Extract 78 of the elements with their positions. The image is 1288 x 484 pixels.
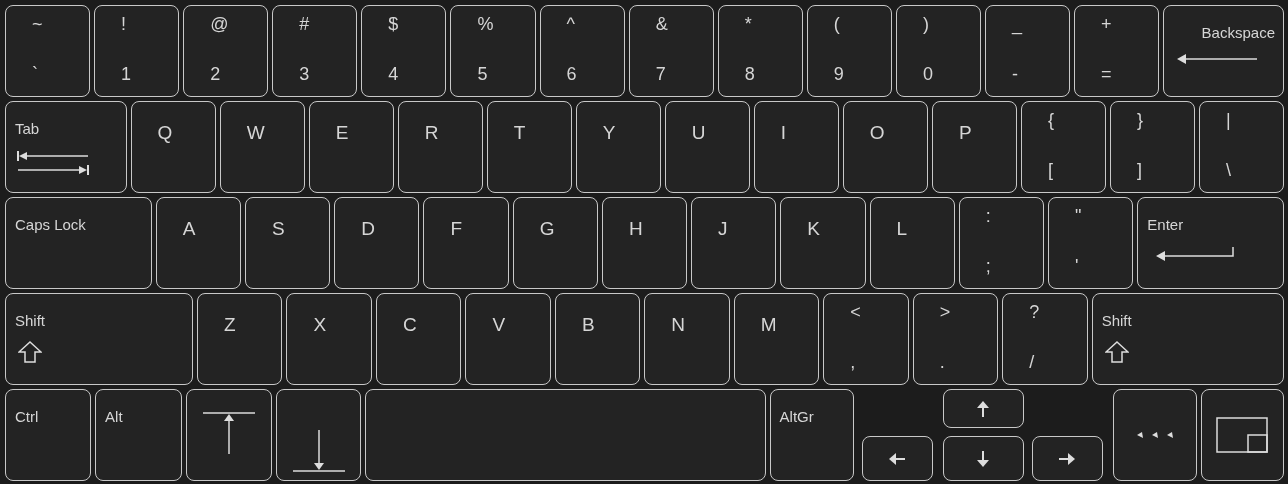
key[interactable]: ? / bbox=[1002, 293, 1088, 385]
key[interactable] bbox=[186, 389, 273, 481]
shift-arrow-icon bbox=[18, 341, 42, 363]
key[interactable]: AltGr bbox=[769, 389, 854, 481]
key[interactable]: W bbox=[219, 101, 305, 193]
key[interactable]: } ] bbox=[1109, 101, 1195, 193]
key[interactable]: U bbox=[664, 101, 750, 193]
key[interactable]: # 3 bbox=[272, 5, 358, 97]
key[interactable]: F bbox=[423, 197, 509, 289]
backspace-key[interactable]: Backspace bbox=[1163, 5, 1284, 97]
more-key[interactable] bbox=[1112, 389, 1197, 481]
key[interactable]: V bbox=[465, 293, 551, 385]
key[interactable]: T bbox=[486, 101, 572, 193]
down-arrow-key[interactable] bbox=[942, 436, 1024, 481]
tab-arrows-icon bbox=[16, 149, 90, 177]
key[interactable]: I bbox=[753, 101, 839, 193]
key[interactable]: < , bbox=[823, 293, 909, 385]
left-arrow-key[interactable] bbox=[861, 436, 933, 481]
key[interactable]: + = bbox=[1074, 5, 1160, 97]
shift-key[interactable]: Shift bbox=[5, 293, 193, 385]
key[interactable]: N bbox=[644, 293, 730, 385]
key[interactable]: $ 4 bbox=[361, 5, 447, 97]
key[interactable] bbox=[276, 389, 362, 481]
key[interactable]: Alt bbox=[95, 389, 183, 481]
key[interactable] bbox=[1200, 389, 1284, 481]
key[interactable]: : ; bbox=[958, 197, 1045, 289]
tab-key[interactable]: Tab bbox=[5, 101, 127, 193]
key[interactable]: Caps Lock bbox=[5, 197, 152, 289]
right-arrow-icon bbox=[1059, 450, 1076, 467]
enter-arrow-icon bbox=[1156, 247, 1235, 261]
key[interactable]: E bbox=[308, 101, 394, 193]
key[interactable]: ) 0 bbox=[895, 5, 981, 97]
key[interactable]: Ctrl bbox=[5, 389, 92, 481]
key[interactable]: @ 2 bbox=[183, 5, 269, 97]
right-arrow-key[interactable] bbox=[1031, 436, 1103, 481]
key[interactable]: A bbox=[155, 197, 241, 289]
left-arrow-icon bbox=[1177, 53, 1257, 65]
space-key[interactable] bbox=[365, 389, 766, 481]
key[interactable]: Z bbox=[197, 293, 283, 385]
key[interactable]: G bbox=[512, 197, 598, 289]
key[interactable]: ! 1 bbox=[94, 5, 180, 97]
dots-icon bbox=[1136, 432, 1173, 438]
key[interactable]: X bbox=[286, 293, 372, 385]
key[interactable]: | \ bbox=[1198, 101, 1284, 193]
key[interactable]: K bbox=[780, 197, 866, 289]
key[interactable]: C bbox=[375, 293, 462, 385]
key[interactable]: " ' bbox=[1048, 197, 1134, 289]
enter-key[interactable]: Enter bbox=[1137, 197, 1284, 289]
key[interactable]: J bbox=[691, 197, 777, 289]
key[interactable]: M bbox=[733, 293, 820, 385]
key[interactable]: L bbox=[869, 197, 955, 289]
key[interactable]: S bbox=[244, 197, 331, 289]
key[interactable]: > . bbox=[912, 293, 999, 385]
left-arrow-icon bbox=[889, 450, 906, 467]
key[interactable]: & 7 bbox=[628, 5, 714, 97]
key[interactable]: % 5 bbox=[450, 5, 536, 97]
key[interactable]: _ - bbox=[985, 5, 1071, 97]
key[interactable]: R bbox=[397, 101, 483, 193]
shift-key[interactable]: Shift bbox=[1091, 293, 1284, 385]
key[interactable]: Y bbox=[575, 101, 661, 193]
key[interactable]: H bbox=[601, 197, 688, 289]
key[interactable]: D bbox=[334, 197, 420, 289]
key[interactable]: ~ ` bbox=[5, 5, 91, 97]
key[interactable]: P bbox=[931, 101, 1017, 193]
arrow-to-bottom-icon bbox=[292, 430, 345, 472]
key[interactable]: ^ 6 bbox=[539, 5, 625, 97]
key[interactable]: * 8 bbox=[717, 5, 803, 97]
up-arrow-key[interactable] bbox=[942, 389, 1024, 428]
window-layout-icon bbox=[1216, 417, 1269, 453]
down-arrow-icon bbox=[975, 450, 992, 467]
key[interactable]: B bbox=[554, 293, 641, 385]
up-arrow-icon bbox=[975, 400, 992, 417]
key[interactable]: ( 9 bbox=[806, 5, 892, 97]
shift-arrow-icon bbox=[1104, 341, 1129, 363]
key[interactable]: { [ bbox=[1020, 101, 1106, 193]
arrow-to-top-icon bbox=[203, 412, 256, 454]
key[interactable]: O bbox=[842, 101, 928, 193]
key[interactable]: Q bbox=[130, 101, 216, 193]
